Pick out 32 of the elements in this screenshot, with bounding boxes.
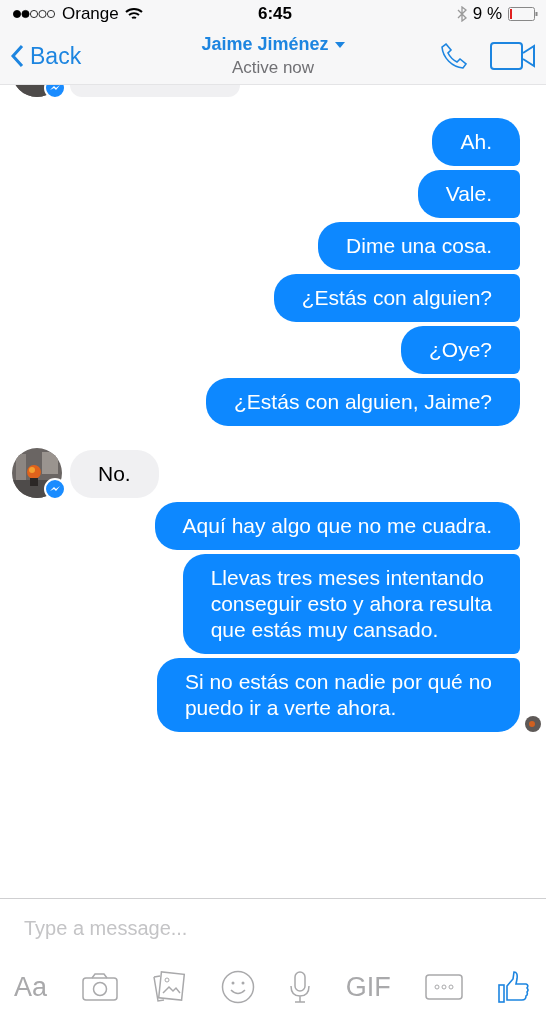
camera-icon[interactable] <box>81 973 118 1001</box>
gif-button[interactable]: GIF <box>345 971 391 1003</box>
message-bubble: Dime una cosa. <box>318 222 520 270</box>
video-camera-icon[interactable] <box>490 42 536 70</box>
photo-gallery-icon[interactable] <box>152 971 187 1003</box>
thumbs-up-icon[interactable] <box>497 971 530 1003</box>
smiley-icon[interactable] <box>220 970 255 1004</box>
message-bubble: Vale. <box>417 170 520 218</box>
caret-down-icon <box>334 41 345 48</box>
message-bubble: ¿Estás con alguien? <box>273 274 520 322</box>
phone-icon[interactable] <box>440 42 468 70</box>
message-bubble: ¿Oye? <box>400 326 520 374</box>
signal-icon <box>12 9 56 19</box>
message-bubble: Aquí hay algo que no me cuadra. <box>154 502 520 550</box>
bluetooth-icon <box>456 6 467 22</box>
message-bubble: ¿Estás con alguien, Jaime? <box>206 378 520 426</box>
active-status: Active now <box>231 58 315 78</box>
message-bubble: Ah. <box>432 118 520 166</box>
wifi-icon <box>124 7 143 21</box>
message-bubble: Llevas tres meses intentando conseguir esto y ahora resulta que estás muy cansado. <box>182 554 520 654</box>
more-icon[interactable] <box>425 974 464 1000</box>
chevron-left-icon <box>10 44 24 68</box>
battery-percent: 9 % <box>472 4 502 24</box>
back-button[interactable]: Back <box>10 42 82 70</box>
message-bubble: Si no estás con nadie por qué no puedo ir a verte ahora. <box>156 658 520 732</box>
contact-name[interactable]: Jaime Jiménez <box>201 34 345 55</box>
microphone-icon[interactable] <box>289 971 312 1003</box>
carrier-name: Orange <box>62 4 119 24</box>
clock-time: 6:45 <box>258 4 292 24</box>
battery-icon <box>508 7 538 21</box>
message-bubble: No. <box>70 450 159 498</box>
text-format-button[interactable]: Aa <box>14 971 48 1003</box>
